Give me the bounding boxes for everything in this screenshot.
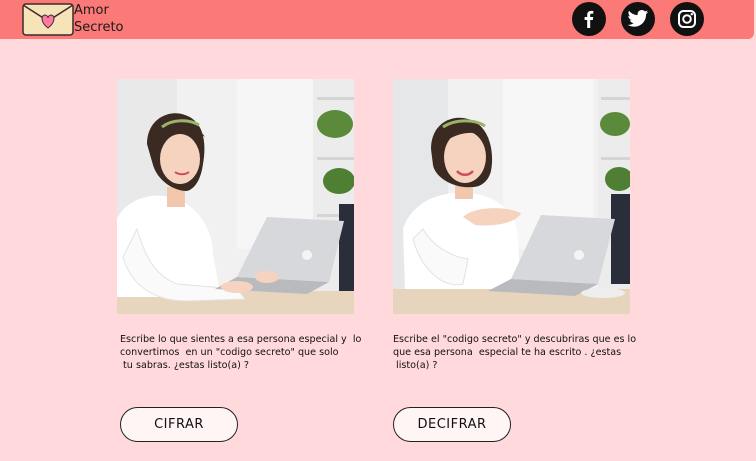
- header-bar: Amor Secreto: [0, 0, 754, 39]
- twitter-icon[interactable]: [621, 2, 655, 36]
- facebook-icon[interactable]: [572, 2, 606, 36]
- cifrar-description: Escribe lo que sientes a esa persona esp…: [120, 334, 362, 371]
- decifrar-description: Escribe el "codigo secreto" y descubrira…: [393, 334, 637, 371]
- instagram-icon[interactable]: [670, 2, 704, 36]
- woman-typing-photo: [117, 79, 354, 314]
- woman-smiling-photo: [393, 79, 630, 314]
- brand-line-1: Amor: [74, 3, 109, 18]
- decifrar-button[interactable]: DECIFRAR: [393, 407, 511, 442]
- heart-envelope-icon[interactable]: [22, 3, 74, 36]
- brand-name: Amor Secreto: [74, 2, 124, 36]
- brand-line-2: Secreto: [74, 20, 124, 35]
- cifrar-button[interactable]: CIFRAR: [120, 407, 238, 442]
